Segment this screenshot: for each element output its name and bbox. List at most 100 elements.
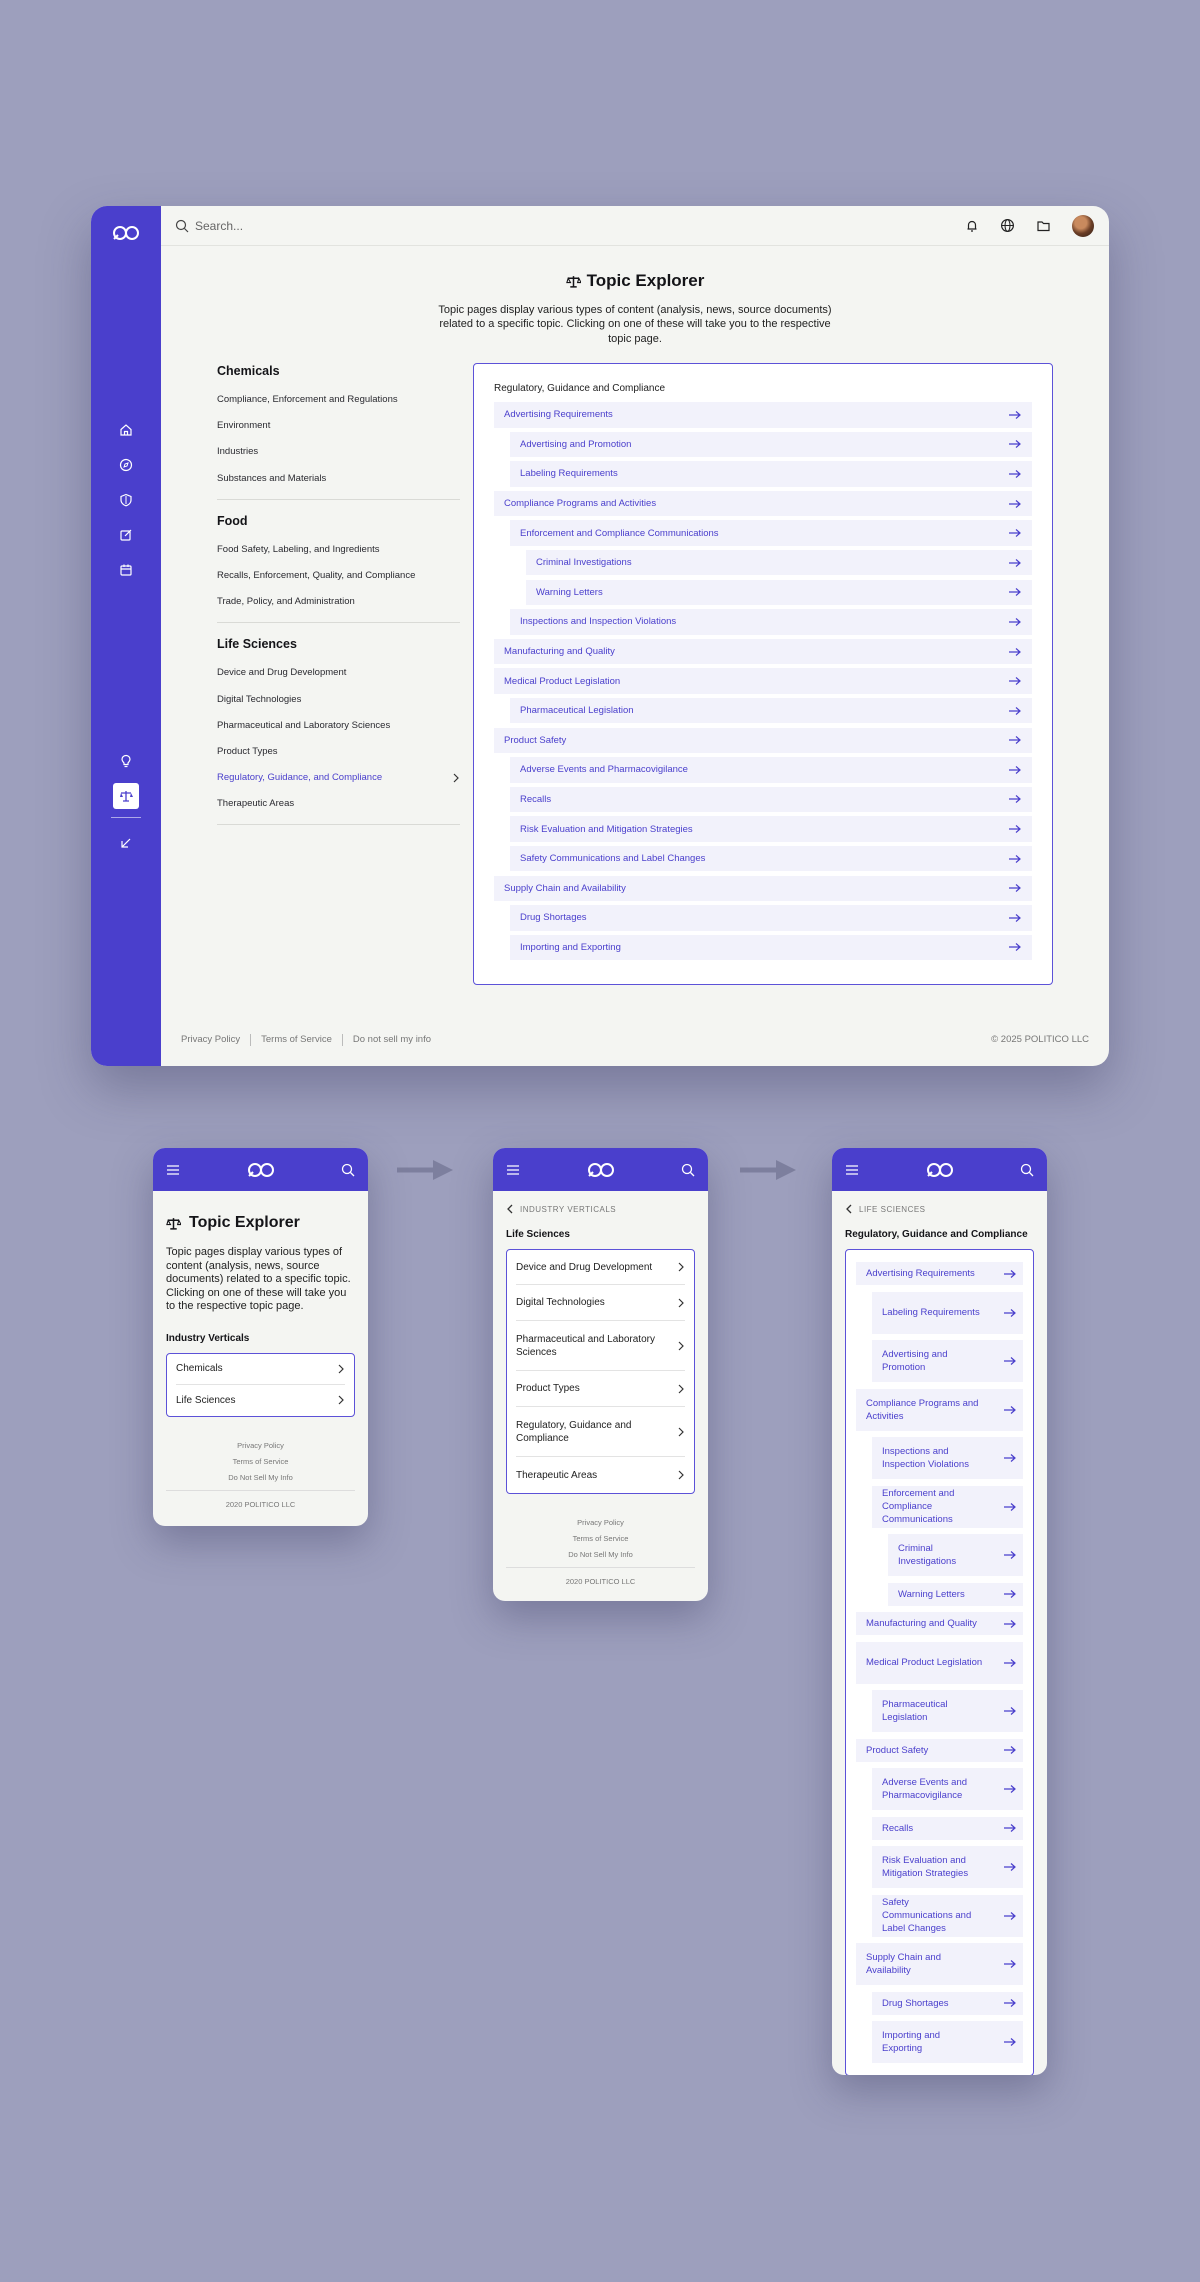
subtopic-row[interactable]: Compliance Programs and Activities	[494, 490, 1032, 517]
subtopic-row[interactable]: Criminal Investigations	[888, 1534, 1023, 1576]
subtopic-row[interactable]: Advertising and Promotion	[872, 1340, 1023, 1382]
folder-icon[interactable]	[1036, 219, 1051, 233]
subtopic-row[interactable]: Adverse Events and Pharmacovigilance	[872, 1768, 1023, 1810]
topic-link[interactable]: Food Safety, Labeling, and Ingredients	[217, 537, 460, 563]
subtopic-row[interactable]: Product Safety	[856, 1738, 1023, 1762]
subtopic-row[interactable]: Safety Communications and Label Changes	[872, 1894, 1023, 1937]
home-icon[interactable]	[115, 419, 137, 441]
subtopic-row[interactable]: Adverse Events and Pharmacovigilance	[510, 757, 1032, 783]
arrow-right-icon	[1009, 617, 1021, 626]
search-icon[interactable]	[1020, 1163, 1034, 1177]
politico-logo-icon[interactable]	[112, 225, 140, 241]
vertical-item[interactable]: Chemicals	[176, 1354, 345, 1385]
subtopic-row[interactable]: Importing and Exporting	[872, 2021, 1023, 2063]
topic-link[interactable]: Environment	[217, 413, 460, 439]
menu-icon[interactable]	[506, 1164, 520, 1176]
subtopic-row[interactable]: Advertising and Promotion	[510, 431, 1032, 458]
subtopic-row[interactable]: Risk Evaluation and Mitigation Strategie…	[510, 816, 1032, 842]
search-icon[interactable]	[341, 1163, 355, 1177]
topic-link-active[interactable]: Regulatory, Guidance, and Compliance	[217, 765, 460, 791]
terms-link[interactable]: Terms of Service	[506, 1531, 695, 1547]
terms-link[interactable]: Terms of Service	[261, 1034, 332, 1046]
arrow-right-icon	[1009, 943, 1021, 952]
subtopic-row[interactable]: Supply Chain and Availability	[856, 1943, 1023, 1985]
politico-logo-icon[interactable]	[247, 1162, 275, 1178]
politico-logo-icon[interactable]	[587, 1162, 615, 1178]
subtopic-row[interactable]: Manufacturing and Quality	[494, 638, 1032, 665]
do-not-sell-link[interactable]: Do Not Sell My Info	[506, 1547, 695, 1563]
topic-item[interactable]: Product Types	[516, 1371, 685, 1407]
back-link[interactable]: LIFE SCIENCES	[845, 1203, 1034, 1215]
do-not-sell-link[interactable]: Do not sell my info	[353, 1034, 431, 1046]
subtopic-row[interactable]: Medical Product Legislation	[856, 1641, 1023, 1684]
topic-item[interactable]: Digital Technologies	[516, 1285, 685, 1321]
topic-link[interactable]: Product Types	[217, 739, 460, 765]
subtopic-row[interactable]: Safety Communications and Label Changes	[510, 845, 1032, 872]
privacy-policy-link[interactable]: Privacy Policy	[181, 1034, 240, 1046]
subtopic-row[interactable]: Enforcement and Compliance Communication…	[872, 1485, 1023, 1528]
chevron-left-icon	[507, 1204, 513, 1214]
subtopic-row[interactable]: Recalls	[510, 786, 1032, 813]
topic-item[interactable]: Pharmaceutical and Laboratory Sciences	[516, 1321, 685, 1371]
subtopic-row[interactable]: Warning Letters	[526, 579, 1032, 606]
topic-item[interactable]: Therapeutic Areas	[516, 1457, 685, 1493]
topic-link[interactable]: Therapeutic Areas	[217, 791, 460, 817]
menu-icon[interactable]	[166, 1164, 180, 1176]
subtopic-row[interactable]: Inspections and Inspection Violations	[872, 1437, 1023, 1479]
subtopic-row[interactable]: Advertising Requirements	[494, 402, 1032, 428]
group-life-sciences: Life Sciences Device and Drug Developmen…	[217, 637, 460, 826]
topic-link[interactable]: Compliance, Enforcement and Regulations	[217, 387, 460, 413]
compass-icon[interactable]	[115, 454, 137, 476]
topic-link[interactable]: Substances and Materials	[217, 466, 460, 492]
privacy-policy-link[interactable]: Privacy Policy	[506, 1515, 695, 1531]
topic-link[interactable]: Trade, Policy, and Administration	[217, 589, 460, 615]
calendar-icon[interactable]	[115, 559, 137, 581]
politico-logo-icon[interactable]	[926, 1162, 954, 1178]
subtopic-row[interactable]: Labeling Requirements	[510, 461, 1032, 487]
subtopic-row[interactable]: Importing and Exporting	[510, 934, 1032, 961]
user-avatar[interactable]	[1072, 214, 1094, 237]
topic-link[interactable]: Device and Drug Development	[217, 660, 460, 686]
subtopic-row[interactable]: Medical Product Legislation	[494, 668, 1032, 694]
topic-link[interactable]: Industries	[217, 439, 460, 465]
topic-link[interactable]: Recalls, Enforcement, Quality, and Compl…	[217, 563, 460, 589]
do-not-sell-link[interactable]: Do Not Sell My Info	[166, 1470, 355, 1486]
search-bar[interactable]	[175, 218, 965, 233]
bell-icon[interactable]	[965, 219, 979, 233]
subtopic-row[interactable]: Drug Shortages	[510, 905, 1032, 931]
terms-link[interactable]: Terms of Service	[166, 1454, 355, 1470]
search-input[interactable]	[195, 218, 495, 233]
subtopic-row[interactable]: Labeling Requirements	[872, 1291, 1023, 1334]
search-icon[interactable]	[681, 1163, 695, 1177]
subtopic-row[interactable]: Warning Letters	[888, 1582, 1023, 1606]
subtopic-row[interactable]: Enforcement and Compliance Communication…	[510, 520, 1032, 546]
collapse-arrow-icon[interactable]	[115, 832, 137, 854]
topic-link[interactable]: Pharmaceutical and Laboratory Sciences	[217, 713, 460, 739]
subtopic-row[interactable]: Inspections and Inspection Violations	[510, 609, 1032, 635]
menu-icon[interactable]	[845, 1164, 859, 1176]
subtopic-row[interactable]: Manufacturing and Quality	[856, 1612, 1023, 1635]
topic-item[interactable]: Device and Drug Development	[516, 1250, 685, 1285]
topic-link[interactable]: Digital Technologies	[217, 687, 460, 713]
arrow-right-icon	[1004, 1707, 1016, 1715]
arrow-right-icon	[1004, 1824, 1016, 1832]
edit-icon[interactable]	[115, 524, 137, 546]
subtopic-row[interactable]: Supply Chain and Availability	[494, 875, 1032, 901]
subtopic-row[interactable]: Criminal Investigations	[526, 549, 1032, 576]
globe-icon[interactable]	[1000, 218, 1015, 233]
privacy-policy-link[interactable]: Privacy Policy	[166, 1438, 355, 1454]
vertical-item[interactable]: Life Sciences	[176, 1385, 345, 1416]
lightbulb-icon[interactable]	[115, 750, 137, 772]
subtopic-row[interactable]: Pharmaceutical Legislation	[510, 697, 1032, 724]
subtopic-row[interactable]: Compliance Programs and Activities	[856, 1388, 1023, 1431]
subtopic-row[interactable]: Recalls	[872, 1816, 1023, 1840]
topic-explorer-scale-icon[interactable]	[113, 783, 139, 809]
shield-icon[interactable]	[115, 489, 137, 511]
subtopic-row[interactable]: Risk Evaluation and Mitigation Strategie…	[872, 1846, 1023, 1888]
back-link[interactable]: INDUSTRY VERTICALS	[506, 1203, 695, 1215]
topic-item[interactable]: Regulatory, Guidance and Compliance	[516, 1407, 685, 1457]
subtopic-row[interactable]: Pharmaceutical Legislation	[872, 1690, 1023, 1732]
subtopic-row[interactable]: Advertising Requirements	[856, 1262, 1023, 1285]
subtopic-row[interactable]: Drug Shortages	[872, 1991, 1023, 2015]
subtopic-row[interactable]: Product Safety	[494, 727, 1032, 754]
